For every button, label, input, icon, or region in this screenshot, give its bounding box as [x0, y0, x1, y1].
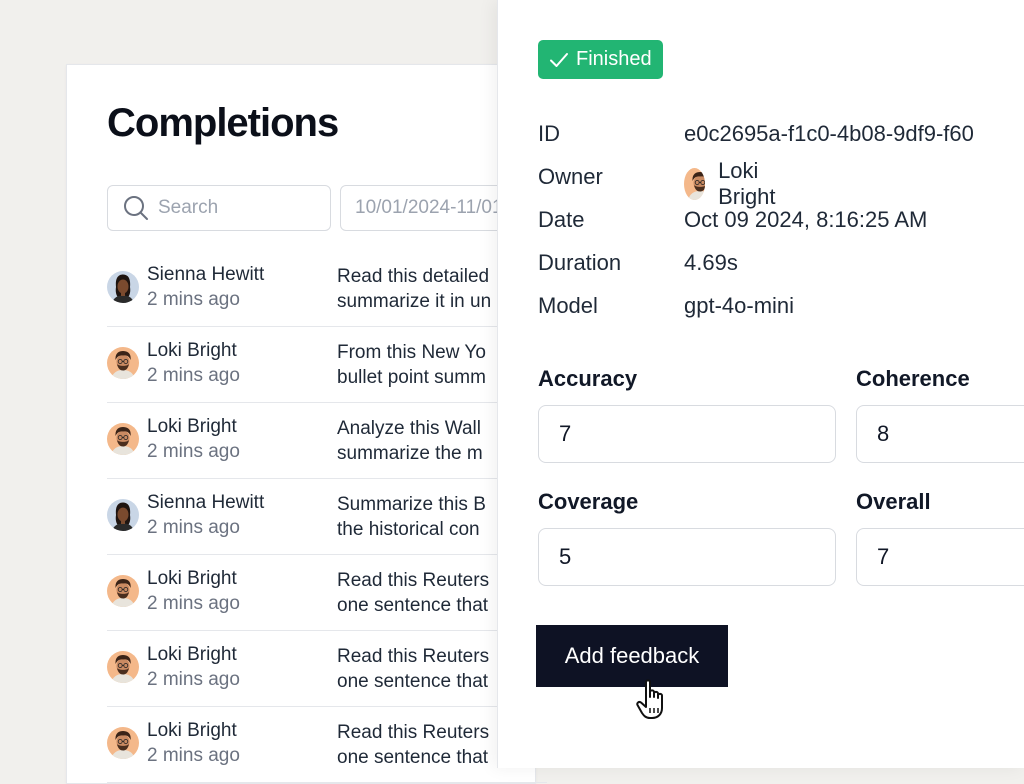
avatar [684, 168, 706, 200]
accuracy-field[interactable]: 7 [538, 405, 836, 463]
id-label: ID [538, 121, 560, 146]
list-item[interactable]: Sienna Hewitt 2 mins ago Read this detai… [107, 251, 547, 327]
overall-label: Overall [856, 489, 931, 514]
model-value: gpt-4o-mini [684, 293, 795, 318]
timestamp: 2 mins ago [147, 517, 240, 538]
search-icon [124, 196, 148, 220]
owner-name: Loki Bright [147, 568, 237, 589]
timestamp: 2 mins ago [147, 593, 240, 614]
avatar [107, 423, 139, 455]
avatar [107, 271, 139, 303]
date-value: Oct 09 2024, 8:16:25 AM [684, 207, 928, 232]
owner-info: Loki Bright [684, 158, 786, 210]
list-item[interactable]: Sienna Hewitt 2 mins ago Summarize this … [107, 479, 547, 555]
avatar [107, 651, 139, 683]
completions-list: Sienna Hewitt 2 mins ago Read this detai… [107, 251, 547, 783]
list-item[interactable]: Loki Bright 2 mins ago Read this Reuters… [107, 707, 547, 783]
model-label: Model [538, 293, 598, 318]
owner-name: Loki Bright [147, 416, 237, 437]
coherence-field[interactable]: 8 [856, 405, 1024, 463]
list-item[interactable]: Loki Bright 2 mins ago Read this Reuters… [107, 631, 547, 707]
coverage-field[interactable]: 5 [538, 528, 836, 586]
completions-card: Completions 10/01/2024-11/01/2024 Sienna… [66, 64, 580, 784]
add-feedback-button[interactable]: Add feedback [536, 625, 728, 687]
avatar [107, 499, 139, 531]
check-icon [550, 52, 568, 67]
duration-value: 4.69s [684, 250, 738, 275]
list-item[interactable]: Loki Bright 2 mins ago From this New Yo b… [107, 327, 547, 403]
overall-field[interactable]: 7 [856, 528, 1024, 586]
search-input[interactable] [156, 196, 320, 220]
page-title: Completions [107, 101, 339, 145]
owner-name: Sienna Hewitt [147, 264, 265, 285]
completion-detail-panel: Finished ID e0c2695a-f1c0-4b08-9df9-f60 … [497, 0, 1024, 768]
accuracy-label: Accuracy [538, 366, 638, 391]
avatar [107, 727, 139, 759]
duration-label: Duration [538, 250, 622, 275]
timestamp: 2 mins ago [147, 289, 240, 310]
owner-label: Owner [538, 164, 603, 189]
search-box[interactable] [107, 185, 331, 231]
date-label: Date [538, 207, 585, 232]
owner-value: Loki Bright [718, 158, 776, 209]
coherence-label: Coherence [856, 366, 970, 391]
timestamp: 2 mins ago [147, 745, 240, 766]
status-badge: Finished [538, 40, 663, 79]
owner-name: Loki Bright [147, 720, 237, 741]
coverage-label: Coverage [538, 489, 639, 514]
owner-name: Sienna Hewitt [147, 492, 265, 513]
timestamp: 2 mins ago [147, 669, 240, 690]
list-item[interactable]: Loki Bright 2 mins ago Analyze this Wall… [107, 403, 547, 479]
owner-name: Loki Bright [147, 644, 237, 665]
list-item[interactable]: Loki Bright 2 mins ago Read this Reuters… [107, 555, 547, 631]
hand-pointer-cursor-icon [636, 679, 663, 719]
timestamp: 2 mins ago [147, 441, 240, 462]
avatar [107, 575, 139, 607]
owner-name: Loki Bright [147, 340, 237, 361]
avatar [107, 347, 139, 379]
timestamp: 2 mins ago [147, 365, 240, 386]
id-value: e0c2695a-f1c0-4b08-9df9-f60 [684, 121, 974, 146]
status-text: Finished [576, 48, 652, 70]
